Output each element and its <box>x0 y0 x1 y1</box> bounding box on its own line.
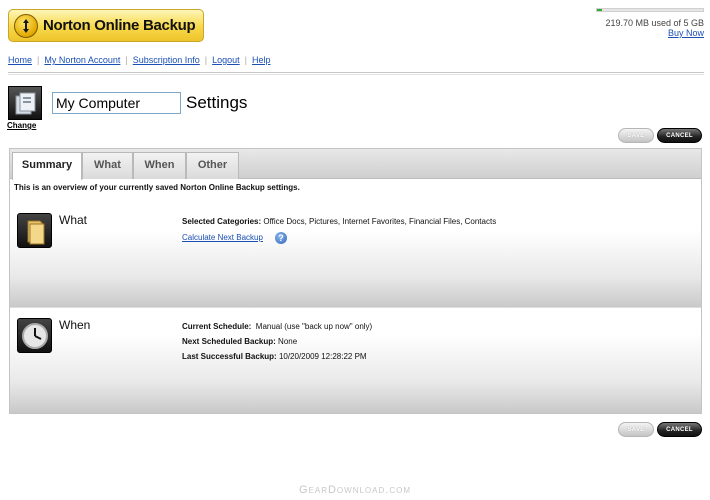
current-schedule-value: Manual (use "back up now" only) <box>255 322 373 331</box>
logo-text: Norton Online Backup <box>43 17 196 34</box>
tab-bar: Summary What When Other <box>10 149 701 180</box>
nav-help[interactable]: Help <box>252 55 271 65</box>
nav-separator: | <box>125 55 128 65</box>
when-title: When <box>59 318 91 332</box>
last-successful-backup-label: Last Successful Backup: <box>182 352 277 361</box>
cancel-button-top[interactable]: CANCEL <box>657 128 702 143</box>
next-scheduled-backup-row: Next Scheduled Backup: None <box>182 337 297 346</box>
nav-home[interactable]: Home <box>8 55 32 65</box>
nav-logout[interactable]: Logout <box>212 55 240 65</box>
change-computer-link[interactable]: Change <box>7 121 36 130</box>
nav-subscription-info[interactable]: Subscription Info <box>133 55 200 65</box>
folder-icon <box>17 213 52 248</box>
clock-icon <box>17 318 52 353</box>
selected-categories-label: Selected Categories: <box>182 217 262 226</box>
nav-separator: | <box>37 55 40 65</box>
norton-logo: Norton Online Backup <box>8 9 204 42</box>
tab-what[interactable]: What <box>82 152 133 179</box>
last-successful-backup-value: 10/20/2009 12:28:22 PM <box>278 352 367 361</box>
norton-check-badge-icon <box>14 13 38 38</box>
when-section: When Current Schedule: Manual (use "back… <box>10 307 701 413</box>
overview-text: This is an overview of your currently sa… <box>14 183 300 192</box>
tab-summary[interactable]: Summary <box>12 152 82 180</box>
storage-used-text: 219.70 MB used of 5 GB <box>605 18 704 28</box>
nav-separator: | <box>204 55 208 65</box>
page-title: Settings <box>186 93 248 112</box>
save-button-top[interactable]: SAVE <box>618 128 654 143</box>
storage-usage: 219.70 MB used of 5 GB Buy Now <box>596 8 704 38</box>
watermark: GearDownload.com <box>298 484 411 496</box>
nav-my-norton-account[interactable]: My Norton Account <box>44 55 120 65</box>
top-nav: Home | My Norton Account | Subscription … <box>8 55 271 65</box>
computer-icon[interactable] <box>8 86 42 120</box>
save-button-bottom[interactable]: SAVE <box>618 422 654 437</box>
storage-meter <box>596 8 704 12</box>
what-title: What <box>59 213 88 227</box>
nav-separator: | <box>244 55 248 65</box>
nav-divider <box>8 72 704 75</box>
buy-now-link[interactable]: Buy Now <box>596 28 704 38</box>
last-successful-backup-row: Last Successful Backup: 10/20/2009 12:28… <box>182 352 367 361</box>
tab-when[interactable]: When <box>133 152 186 179</box>
storage-meter-fill <box>597 9 602 11</box>
next-scheduled-backup-label: Next Scheduled Backup: <box>182 337 276 346</box>
settings-panel: Summary What When Other This is an overv… <box>9 148 702 414</box>
current-schedule-label: Current Schedule: <box>182 322 252 331</box>
selected-categories-row: Selected Categories: Office Docs, Pictur… <box>182 217 496 226</box>
computer-name-field[interactable] <box>52 92 181 114</box>
tab-other[interactable]: Other <box>186 152 239 179</box>
selected-categories-value: Office Docs, Pictures, Internet Favorite… <box>263 217 497 226</box>
help-icon[interactable]: ? <box>275 232 287 244</box>
what-section: What Selected Categories: Office Docs, P… <box>10 205 701 307</box>
next-scheduled-backup-value: None <box>278 337 298 346</box>
cancel-button-bottom[interactable]: CANCEL <box>657 422 702 437</box>
current-schedule-row: Current Schedule: Manual (use "back up n… <box>182 322 372 331</box>
calculate-next-backup-link[interactable]: Calculate Next Backup <box>182 233 263 242</box>
